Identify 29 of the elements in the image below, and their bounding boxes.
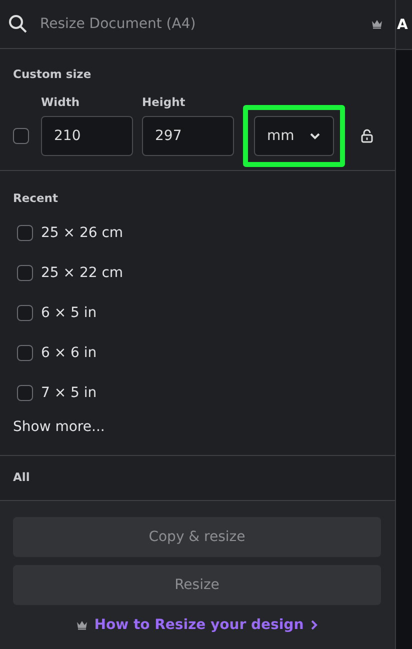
checkbox[interactable] bbox=[17, 265, 33, 281]
search-icon bbox=[8, 14, 28, 34]
panel-title: A bbox=[397, 16, 408, 32]
section-title: Recent bbox=[13, 191, 59, 205]
field-label: Height bbox=[142, 95, 186, 109]
recent-size-item[interactable]: 6 × 5 in bbox=[13, 293, 382, 333]
search-field[interactable]: Resize Document (A4) bbox=[38, 15, 361, 33]
recent-size-item[interactable]: 25 × 22 cm bbox=[13, 253, 382, 293]
help-link[interactable]: How to Resize your design bbox=[13, 617, 381, 633]
field-label: Width bbox=[41, 95, 81, 109]
recent-size-item[interactable]: 7 × 5 in bbox=[13, 373, 382, 413]
checkbox[interactable] bbox=[17, 385, 33, 401]
crown-icon bbox=[371, 19, 383, 29]
chevron-down-icon bbox=[309, 132, 321, 140]
section-title: Custom size bbox=[13, 67, 92, 81]
recent-size-item[interactable]: 25 × 26 cm bbox=[13, 213, 382, 253]
checkbox[interactable] bbox=[17, 225, 33, 241]
unit-dropdown[interactable]: mm bbox=[254, 116, 334, 156]
checkbox[interactable] bbox=[13, 128, 29, 144]
unlock-icon[interactable] bbox=[361, 129, 373, 143]
height-field[interactable]: 297 bbox=[142, 116, 234, 156]
width-field[interactable]: 210 bbox=[41, 116, 133, 156]
recent-size-item[interactable]: 6 × 6 in bbox=[13, 333, 382, 373]
checkbox[interactable] bbox=[17, 305, 33, 321]
checkbox[interactable] bbox=[17, 345, 33, 361]
crown-icon bbox=[76, 620, 88, 630]
section-title: All bbox=[13, 470, 31, 484]
show-more-link[interactable]: Show more... bbox=[13, 419, 382, 441]
chevron-right-icon bbox=[310, 619, 318, 631]
